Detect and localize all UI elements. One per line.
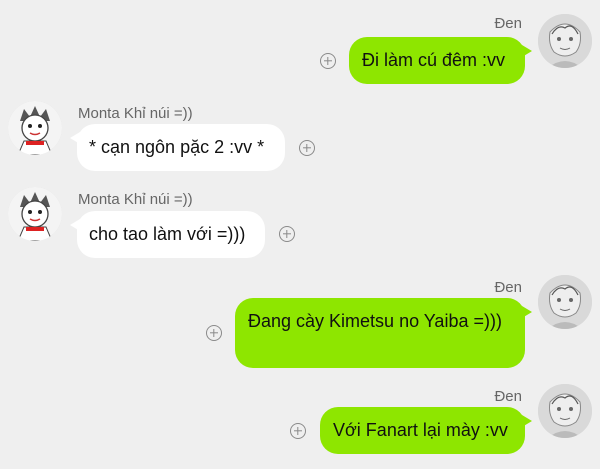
message-bubble[interactable]: * cạn ngôn pặc 2 :vv * <box>70 124 285 171</box>
sender-name: Đen <box>494 15 522 32</box>
add-circle-icon[interactable] <box>299 140 315 156</box>
avatar[interactable] <box>538 14 592 68</box>
sender-name: Monta Khỉ núi =)) <box>78 191 193 208</box>
avatar[interactable] <box>8 101 62 155</box>
message-bubble[interactable]: Đang cày Kimetsu no Yaiba =))) <box>235 298 532 368</box>
add-circle-icon[interactable] <box>290 423 306 439</box>
avatar[interactable] <box>538 384 592 438</box>
add-circle-icon[interactable] <box>206 325 222 341</box>
add-circle-icon[interactable] <box>320 53 336 69</box>
add-circle-icon[interactable] <box>279 226 295 242</box>
sender-name: Đen <box>494 279 522 296</box>
avatar[interactable] <box>538 275 592 329</box>
message-bubble[interactable]: Đi làm cú đêm :vv <box>349 37 532 84</box>
sender-name: Monta Khỉ núi =)) <box>78 105 193 122</box>
sender-name: Đen <box>494 388 522 405</box>
message-bubble[interactable]: cho tao làm với =))) <box>70 211 265 258</box>
avatar[interactable] <box>8 187 62 241</box>
message-bubble[interactable]: Với Fanart lại mày :vv <box>320 407 532 454</box>
